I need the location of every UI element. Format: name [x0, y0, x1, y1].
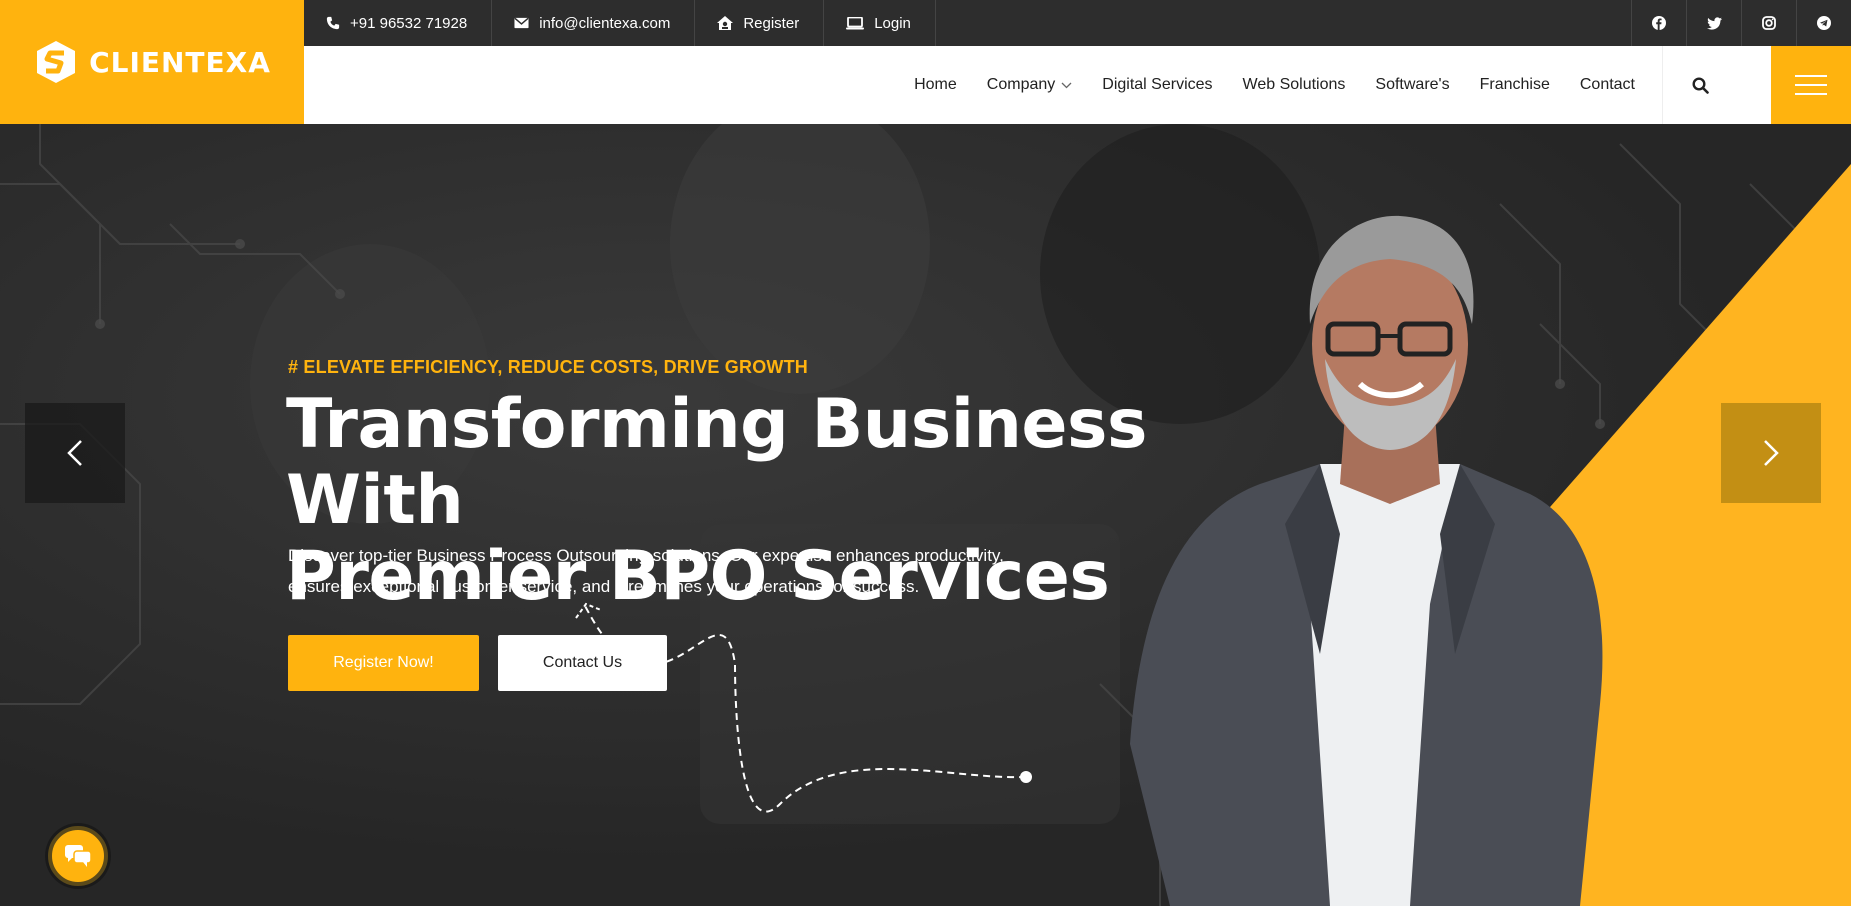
facebook-link[interactable]: [1631, 0, 1686, 46]
envelope-icon: [514, 17, 529, 29]
twitter-link[interactable]: [1686, 0, 1741, 46]
instagram-icon: [1762, 16, 1776, 30]
chat-button[interactable]: [48, 826, 108, 886]
main-navbar: Home Company Digital Services Web Soluti…: [304, 46, 1851, 124]
hero-slider: # ELEVATE EFFICIENCY, REDUCE COSTS, DRIV…: [0, 124, 1851, 906]
nav-item-contact[interactable]: Contact: [1580, 76, 1635, 94]
slider-next-button[interactable]: [1721, 403, 1821, 503]
nav-item-softwares[interactable]: Software's: [1375, 76, 1449, 94]
search-icon: [1691, 76, 1709, 94]
login-link[interactable]: Login: [824, 0, 936, 46]
search-button[interactable]: [1662, 46, 1737, 124]
login-text: Login: [874, 14, 911, 32]
twitter-icon: [1706, 16, 1722, 30]
telegram-icon: [1817, 16, 1831, 30]
facebook-icon: [1652, 16, 1666, 30]
nav-item-digital-services[interactable]: Digital Services: [1102, 76, 1212, 94]
social-links: [1631, 0, 1851, 46]
logo[interactable]: CLIENTEXA: [0, 0, 304, 124]
hero-headline-line-1: Transforming Business With: [286, 385, 1147, 540]
chevron-right-icon: [1764, 440, 1779, 466]
laptop-icon: [846, 16, 865, 29]
nav-links: Home Company Digital Services Web Soluti…: [914, 46, 1635, 124]
register-link[interactable]: Register: [695, 0, 825, 46]
chat-bubbles-icon: [65, 845, 91, 867]
nav-item-home[interactable]: Home: [914, 76, 957, 94]
hamburger-icon: [1795, 68, 1827, 102]
instagram-link[interactable]: [1741, 0, 1796, 46]
slider-prev-button[interactable]: [25, 403, 125, 503]
register-now-button[interactable]: Register Now!: [288, 635, 479, 691]
telegram-link[interactable]: [1796, 0, 1851, 46]
menu-toggle-button[interactable]: [1771, 46, 1851, 124]
phone-text: +91 96532 71928: [350, 14, 468, 32]
hero-description: Discover top-tier Business Process Outso…: [288, 540, 1108, 602]
logo-mark-icon: [37, 41, 76, 83]
register-text: Register: [743, 14, 800, 32]
chevron-down-icon: [1061, 82, 1072, 88]
phone-icon: [326, 16, 340, 30]
nav-item-company[interactable]: Company: [987, 76, 1072, 94]
hero-tagline: # ELEVATE EFFICIENCY, REDUCE COSTS, DRIV…: [288, 357, 808, 377]
logo-text: CLIENTEXA: [89, 45, 271, 79]
phone-link[interactable]: +91 96532 71928: [304, 0, 493, 46]
contact-us-button[interactable]: Contact Us: [498, 635, 667, 691]
email-text: info@clientexa.com: [539, 14, 671, 32]
top-bar: +91 96532 71928 info@clientexa.com Regis…: [304, 0, 1851, 46]
email-link[interactable]: info@clientexa.com: [492, 0, 696, 46]
hero-description-line-1: Discover top-tier Business Process Outso…: [288, 546, 1004, 565]
home-user-icon: [717, 16, 734, 30]
nav-item-franchise[interactable]: Franchise: [1480, 76, 1550, 94]
hero-description-line-2: ensures exceptional customer service, an…: [288, 577, 920, 596]
chevron-left-icon: [67, 440, 82, 466]
nav-item-web-solutions[interactable]: Web Solutions: [1243, 76, 1346, 94]
